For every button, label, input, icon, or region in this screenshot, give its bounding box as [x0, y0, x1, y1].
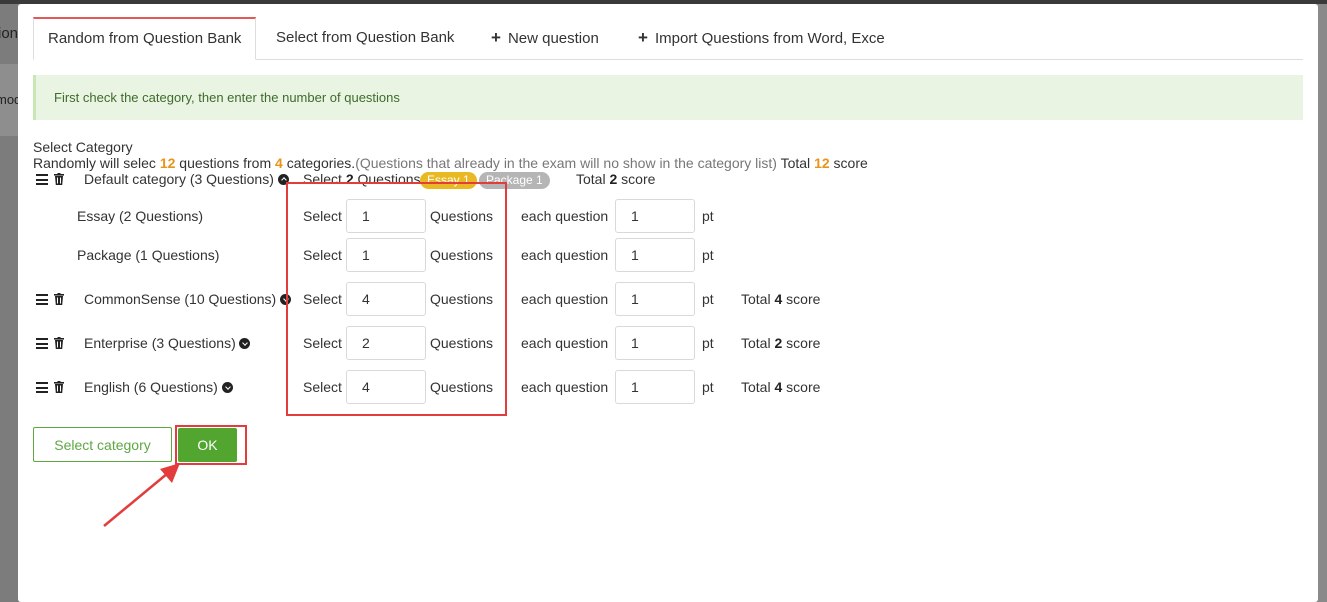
menu-icon[interactable] — [36, 382, 48, 393]
tab-random-from-question-bank[interactable]: Random from Question Bank — [33, 17, 257, 60]
tab-label: New question — [507, 30, 599, 47]
points-input[interactable] — [615, 282, 695, 316]
category-total: Total 2 score — [741, 335, 821, 351]
category-count: 4 — [275, 155, 283, 171]
total-score: 12 — [814, 155, 830, 171]
background-text-fragment: ion — [0, 25, 18, 42]
tab-label: Select from Question Bank — [276, 29, 455, 46]
points-input[interactable] — [615, 326, 695, 360]
ok-button[interactable]: OK — [178, 428, 237, 462]
tab-import-questions[interactable]: + Import Questions from Word, Exce — [638, 17, 885, 59]
points-input[interactable] — [615, 238, 695, 272]
category-name: Enterprise (3 Questions) — [84, 335, 236, 351]
tab-label: Import Questions from Word, Exce — [654, 30, 885, 47]
trash-icon[interactable] — [54, 381, 64, 393]
each-question-label: each question — [521, 379, 609, 395]
pt-label: pt — [702, 379, 714, 395]
category-total: Total 4 score — [741, 291, 821, 307]
points-input[interactable] — [615, 370, 695, 404]
each-question-label: each question — [521, 335, 609, 351]
pt-label: pt — [702, 247, 714, 263]
chevron-down-icon[interactable] — [222, 382, 233, 393]
selection-summary: Randomly will selec 12 questions from 4 … — [33, 155, 868, 171]
category-name: CommonSense (10 Questions) — [84, 291, 277, 307]
annotation-arrow — [103, 463, 180, 527]
chevron-down-icon[interactable] — [239, 338, 250, 349]
background-text-fragment: mod — [0, 92, 18, 107]
trash-icon[interactable] — [54, 293, 64, 305]
highlight-box-select-inputs — [286, 182, 507, 416]
menu-icon[interactable] — [36, 294, 48, 305]
each-question-label: each question — [521, 291, 609, 307]
select-category-button[interactable]: Select category — [33, 427, 172, 462]
tab-label: Random from Question Bank — [48, 30, 242, 47]
subtype-name: Essay (2 Questions) — [77, 208, 204, 224]
plus-icon: + — [638, 28, 648, 47]
pt-label: pt — [702, 208, 714, 224]
menu-icon[interactable] — [36, 338, 48, 349]
subtype-name: Package (1 Questions) — [77, 247, 220, 263]
question-count: 12 — [159, 155, 176, 171]
menu-icon[interactable] — [36, 174, 48, 185]
category-total: Total 2 score — [576, 171, 656, 187]
plus-icon: + — [491, 28, 501, 47]
trash-icon[interactable] — [54, 337, 64, 349]
category-name: Default category (3 Questions) — [84, 171, 274, 187]
tab-bar: Random from Question Bank Select from Qu… — [33, 17, 1303, 60]
question-dialog: Random from Question Bank Select from Qu… — [18, 4, 1318, 602]
each-question-label: each question — [521, 247, 609, 263]
points-input[interactable] — [615, 199, 695, 233]
trash-icon[interactable] — [54, 173, 64, 185]
summary-note: (Questions that already in the exam will… — [355, 155, 777, 171]
category-name: English (6 Questions) — [84, 379, 218, 395]
each-question-label: each question — [521, 208, 609, 224]
info-alert: First check the category, then enter the… — [33, 75, 1303, 120]
tab-new-question[interactable]: + New question — [491, 17, 599, 59]
pt-label: pt — [702, 335, 714, 351]
tab-select-from-question-bank[interactable]: Select from Question Bank — [276, 17, 454, 59]
section-heading: Select Category — [33, 139, 133, 155]
pt-label: pt — [702, 291, 714, 307]
background-left-edge: ion mod — [0, 4, 18, 602]
category-total: Total 4 score — [741, 379, 821, 395]
